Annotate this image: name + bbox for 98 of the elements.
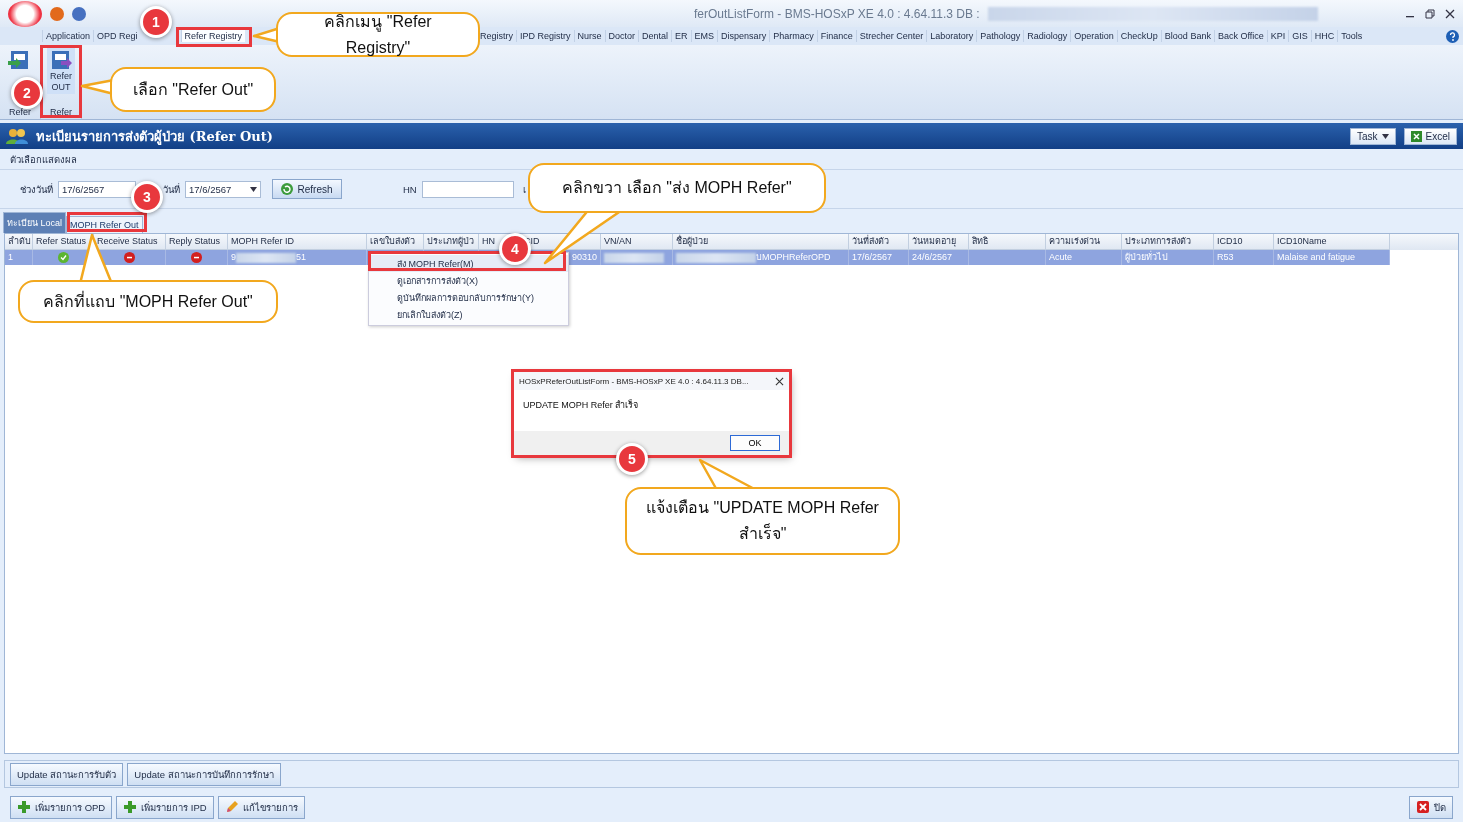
- menu-tab[interactable]: Nurse: [573, 30, 605, 42]
- table-cell: Acute: [1046, 250, 1122, 265]
- ribbon-group-label: Refer: [9, 107, 31, 119]
- dialog-message: UPDATE MOPH Refer สำเร็จ: [523, 400, 639, 410]
- context-menu-item[interactable]: ดูบันทึกผลการตอบกลับการรักษา(Y): [369, 289, 568, 306]
- column-header[interactable]: Receive Status: [97, 236, 158, 246]
- update-button[interactable]: Update สถานะการบันทึกการรักษา: [127, 762, 281, 786]
- menu-tab[interactable]: Dental: [638, 30, 672, 42]
- table-cell: บMOPHReferOPD: [673, 250, 849, 265]
- form-arrow-icon: [49, 49, 73, 71]
- table-cell: 17/6/2567: [849, 250, 909, 265]
- menu-tab[interactable]: Back Office: [1213, 30, 1267, 42]
- column-header[interactable]: เลขใบส่งตัว: [370, 236, 415, 246]
- menu-tab[interactable]: Laboratory: [926, 30, 977, 42]
- column-header[interactable]: วันที่ส่งตัว: [852, 236, 889, 246]
- menu-tab[interactable]: HHC: [1310, 30, 1338, 42]
- spreadsheet-icon: [1410, 130, 1422, 142]
- header-button[interactable]: Excel: [1403, 127, 1457, 145]
- callout: เลือก "Refer Out": [110, 67, 276, 112]
- table-cell: ผู้ป่วยทั่วไป: [1122, 250, 1214, 265]
- column-header[interactable]: วันหมดอายุ: [912, 236, 956, 246]
- table-cell: 1: [5, 250, 33, 265]
- app-logo[interactable]: [8, 0, 42, 27]
- menu-tab[interactable]: Pathology: [976, 30, 1024, 42]
- window-title: ferOutListForm - BMS-HOSxP XE 4.0 : 4.64.11.3 DB :: [694, 6, 980, 21]
- close-icon: [1416, 800, 1430, 814]
- context-menu-item[interactable]: ยกเลิกใบส่งตัว(Z): [369, 306, 568, 323]
- context-menu-item[interactable]: ดูเอกสารการส่งตัว(X): [369, 272, 568, 289]
- menu-tab[interactable]: GIS: [1288, 30, 1311, 42]
- ribbon-group-label: Refer: [50, 107, 72, 119]
- column-header[interactable]: VN/AN: [604, 236, 632, 246]
- column-header[interactable]: ICD10: [1217, 236, 1243, 246]
- dialog-title: HOSxPReferOutListForm - BMS-HOSxP XE 4.0 : 4.64.11.3 DB...: [519, 376, 749, 386]
- table-cell: Malaise and fatigue: [1274, 250, 1390, 265]
- table-cell: 24/6/2567: [909, 250, 969, 265]
- step-number: 3: [131, 181, 163, 213]
- menu-tab[interactable]: Pharmacy: [769, 30, 817, 42]
- toolbar-button[interactable]: เพิ่มรายการ IPD: [116, 795, 214, 819]
- menu-tab[interactable]: IPD Registry: [516, 30, 574, 42]
- callout: คลิกเมนู "Refer Registry": [276, 12, 480, 57]
- column-header[interactable]: HN: [482, 236, 495, 246]
- column-header[interactable]: ประเภทการส่งตัว: [1125, 236, 1191, 246]
- plus-icon: [17, 800, 31, 814]
- column-header[interactable]: MOPH Refer ID: [231, 236, 294, 246]
- header-button[interactable]: Task: [1350, 127, 1396, 145]
- menu-tab[interactable]: Operation: [1070, 30, 1117, 42]
- menu-tab[interactable]: Dispensary: [717, 30, 770, 42]
- menu-tab[interactable]: EMS: [690, 30, 718, 42]
- table-cell: [601, 250, 673, 265]
- ribbon-button[interactable]: Refer OUT: [47, 48, 75, 94]
- refresh-button[interactable]: Refresh: [272, 179, 342, 199]
- column-header[interactable]: ICD10Name: [1277, 236, 1327, 246]
- ok-button[interactable]: OK: [730, 435, 780, 451]
- close-icon[interactable]: [775, 376, 784, 386]
- menu-tab[interactable]: CheckUp: [1116, 30, 1161, 42]
- menu-tab[interactable]: Doctor: [604, 30, 639, 42]
- menu-tab[interactable]: Application: [42, 30, 94, 42]
- toolbar-button[interactable]: แก้ไขรายการ: [217, 795, 305, 819]
- close-icon[interactable]: [1445, 8, 1455, 19]
- menu-tab[interactable]: Blood Bank: [1160, 30, 1214, 42]
- menu-tab[interactable]: ER: [671, 30, 691, 42]
- menu-tab[interactable]: Radiology: [1023, 30, 1071, 42]
- options-label: ตัวเลือกแสดงผล: [10, 152, 77, 167]
- field-label: เ: [522, 182, 526, 197]
- dropdown-icon: [250, 186, 257, 192]
- restore-icon[interactable]: [1425, 8, 1435, 19]
- menu-tab[interactable]: Tools: [1337, 30, 1366, 42]
- menu-tab[interactable]: OPD Regi: [93, 30, 141, 42]
- menu-tab[interactable]: Refer Registry: [180, 30, 246, 42]
- date-from-label: ช่วงวันที่: [20, 182, 53, 197]
- hn-label: HN: [403, 183, 417, 195]
- column-header[interactable]: ความเร่งด่วน: [1049, 236, 1100, 246]
- plus-icon: [123, 800, 138, 814]
- tab[interactable]: ทะเบียน Local: [3, 212, 67, 233]
- column-header[interactable]: ลำดับ: [8, 236, 31, 246]
- hn-field[interactable]: [421, 180, 514, 198]
- menu-tab[interactable]: Strecher Center: [855, 30, 927, 42]
- people-icon: [6, 128, 28, 144]
- toolbar-button[interactable]: ปิด: [1409, 795, 1453, 819]
- menu-tab[interactable]: KPI: [1266, 30, 1289, 42]
- date-to-field[interactable]: 17/6/2567: [185, 180, 261, 198]
- date-to-label: วันที่: [163, 182, 180, 197]
- table-cell: 9 51: [228, 250, 367, 265]
- update-button[interactable]: Update สถานะการรับตัว: [10, 762, 124, 786]
- column-header[interactable]: ประเภทผู้ป่ว: [427, 236, 474, 246]
- column-header[interactable]: สิทธิ: [972, 236, 988, 246]
- column-header[interactable]: ชื่อผู้ป่วย: [676, 236, 708, 246]
- table-cell: R53: [1214, 250, 1274, 265]
- pencil-icon: [224, 800, 239, 814]
- caret-icon: [1381, 133, 1389, 139]
- date-from-field[interactable]: 17/6/2567: [58, 180, 136, 198]
- toolbar-button[interactable]: เพิ่มรายการ OPD: [10, 795, 113, 819]
- menu-tab[interactable]: Finance: [816, 30, 856, 42]
- form-title: ทะเบียนรายการส่งตัวผู้ป่วย (Refer Out): [36, 127, 273, 147]
- help-icon[interactable]: [1446, 29, 1459, 43]
- refresh-icon: [281, 183, 294, 195]
- column-header[interactable]: Reply Status: [169, 236, 221, 246]
- column-header[interactable]: Refer Status: [36, 236, 87, 246]
